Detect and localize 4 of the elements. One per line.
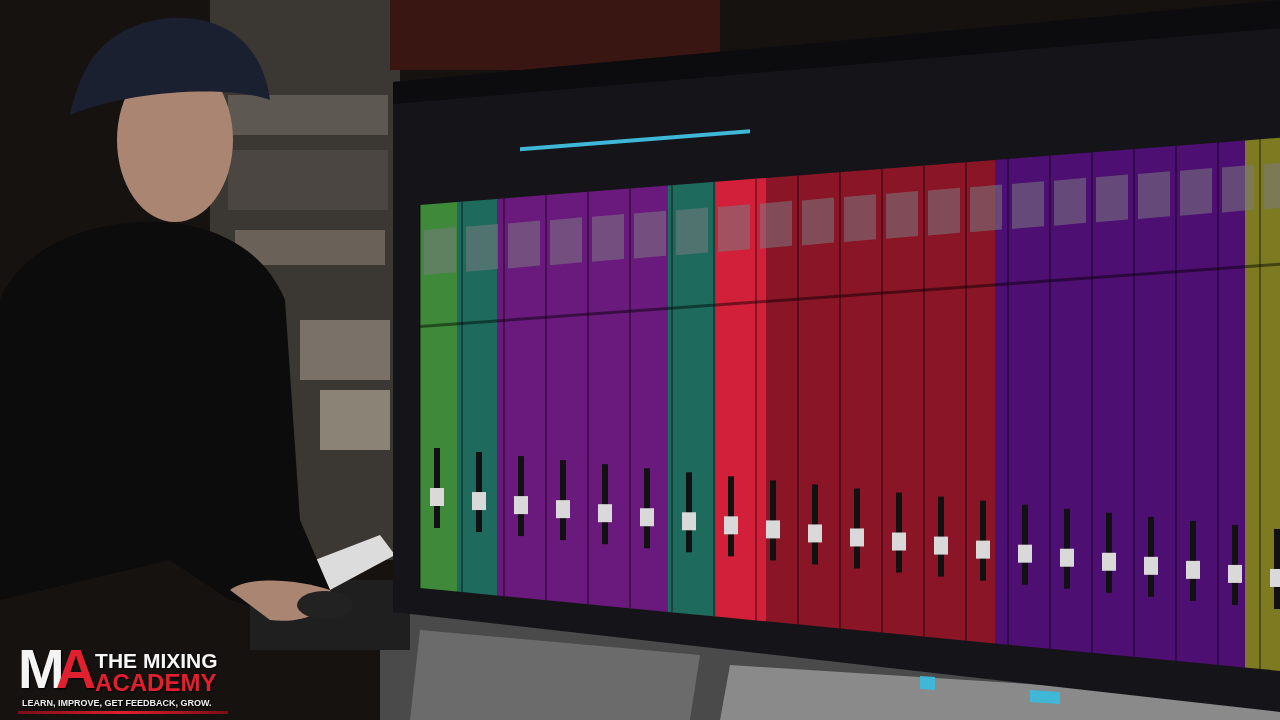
logo-title-line: ACADEMY — [95, 671, 218, 695]
logo-tagline: LEARN, IMPROVE, GET FEEDBACK, GROW. — [22, 699, 213, 708]
logo-title-line: THE MIXING — [95, 650, 218, 671]
logo-monogram: MA — [18, 646, 88, 692]
